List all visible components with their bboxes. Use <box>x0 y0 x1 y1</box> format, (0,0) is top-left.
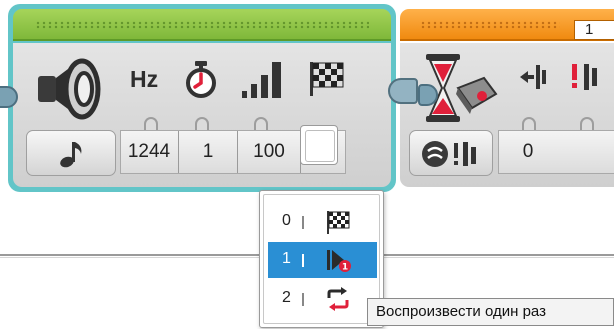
dropdown-item-wait-complete[interactable]: 0 <box>268 204 377 240</box>
param-notch <box>522 117 536 131</box>
wait-header-number[interactable]: 1 <box>574 20 614 40</box>
sequence-output-port[interactable] <box>388 78 418 104</box>
sensor-compare-icon <box>422 141 476 167</box>
play-type-selector[interactable] <box>300 125 338 165</box>
item-number: 0 <box>282 212 291 229</box>
param-notch <box>144 117 158 131</box>
volume-bars-icon <box>242 62 281 98</box>
wait-value[interactable]: 0 <box>499 131 557 173</box>
sound-mode-button[interactable] <box>26 130 116 176</box>
speaker-icon <box>38 58 101 120</box>
wait-block-header[interactable]: 1 <box>400 9 614 41</box>
divider <box>302 293 304 306</box>
param-notch <box>195 117 209 131</box>
param-notch <box>580 117 594 131</box>
compare-alert-icon <box>572 64 597 90</box>
item-number: 1 <box>282 250 291 267</box>
divider <box>302 216 304 229</box>
drag-grip[interactable] <box>35 21 369 29</box>
frequency-value[interactable]: 1244 <box>121 131 177 173</box>
wait-parameters: 0 <box>498 130 614 174</box>
play-type-dropdown[interactable]: 0 1 1 2 <box>259 190 384 328</box>
dropdown-item-repeat[interactable]: 2 <box>268 281 377 317</box>
volume-value[interactable]: 100 <box>238 131 300 173</box>
frequency-label: Hz <box>130 66 159 92</box>
sound-block-header[interactable] <box>13 9 391 41</box>
sensor-port-icon <box>456 76 498 114</box>
compare-left-icon <box>520 65 546 89</box>
drag-grip[interactable] <box>420 21 560 29</box>
item-number: 2 <box>282 289 291 306</box>
svg-text:1: 1 <box>342 263 348 273</box>
repeat-icon <box>327 287 349 311</box>
divider <box>302 254 304 267</box>
wait-mode-button[interactable] <box>409 130 493 176</box>
play-once-icon: 1 <box>327 250 351 273</box>
tooltip: Воспроизвести один раз <box>367 298 614 326</box>
music-note-icon <box>60 142 82 168</box>
duration-value[interactable]: 1 <box>179 131 237 173</box>
param-notch <box>254 117 268 131</box>
stopwatch-icon <box>186 61 216 98</box>
checkered-flag-icon <box>310 62 344 96</box>
dropdown-item-play-once[interactable]: 1 1 <box>268 242 377 278</box>
checkered-flag-icon <box>327 211 350 234</box>
